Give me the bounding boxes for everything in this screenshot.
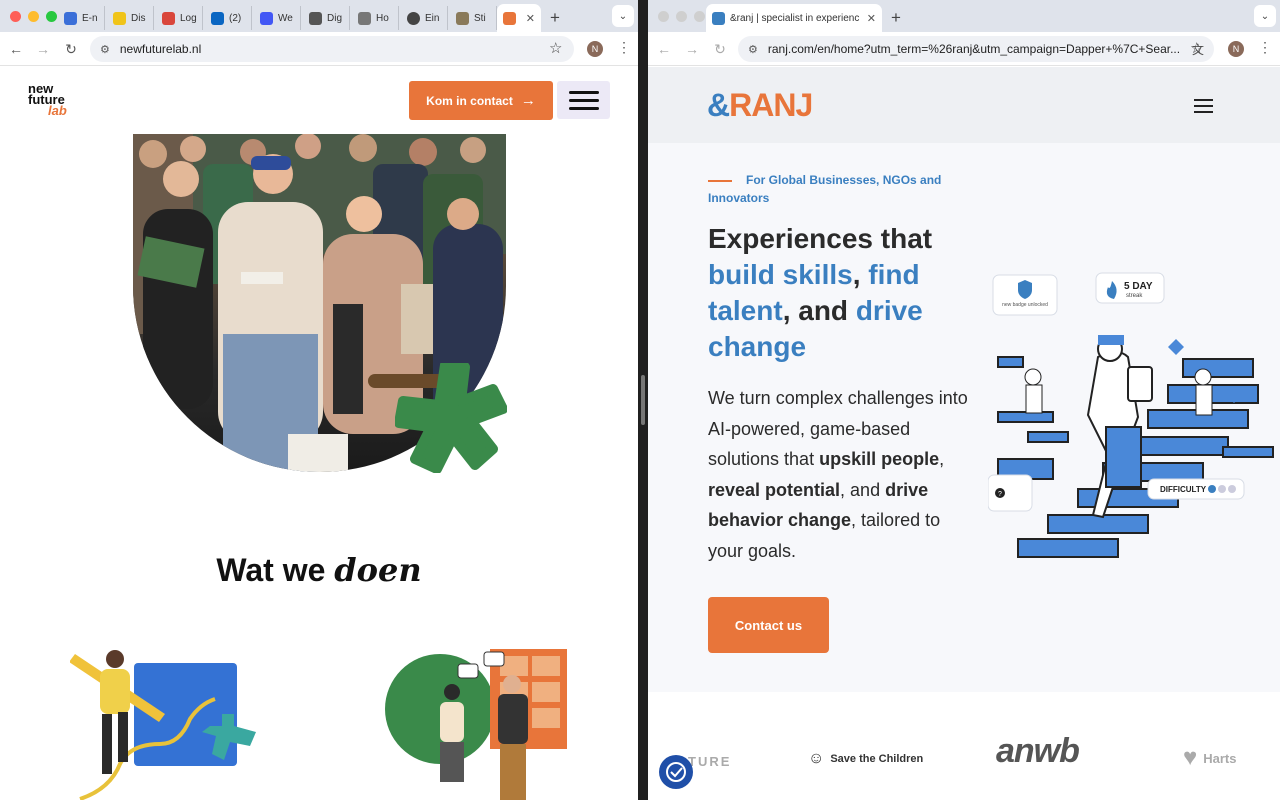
new-tab-button[interactable]: + <box>882 6 910 30</box>
zoom-window-button[interactable] <box>694 11 705 22</box>
save-the-children-icon: ☺ <box>808 750 825 767</box>
streak-label: streak <box>1126 293 1143 299</box>
tab-active-newfuturelab[interactable]: ✕ <box>497 4 541 32</box>
difficulty-label: DIFFICULTY <box>1160 485 1207 494</box>
partner-logos-strip: TURE ☺ Save the Children anwb ♥ Harts <box>648 692 1280 800</box>
bookmark-star-icon[interactable]: ☆ <box>1190 39 1203 57</box>
ranj-page: &RANJ For Global Businesses, NGOs and In… <box>648 67 1280 800</box>
tab-4[interactable]: We <box>252 6 301 30</box>
tab-active-ranj[interactable]: &ranj | specialist in experienc ✕ <box>706 4 882 32</box>
profile-avatar[interactable]: N <box>1228 41 1244 57</box>
slash-icon <box>260 11 273 25</box>
split-view-handle[interactable] <box>641 375 645 425</box>
tab-2[interactable]: Log <box>154 6 203 30</box>
browser-menu-icon[interactable]: ⋮ <box>617 39 631 56</box>
hero-stairs-illustration: new badge unlocked 5 DAY streak ? DIFFIC… <box>988 272 1274 558</box>
close-tab-icon[interactable]: ✕ <box>526 12 535 25</box>
hero-lead: We turn complex challenges into AI-power… <box>708 388 968 561</box>
illustration-conversation <box>385 649 567 800</box>
split-view-divider[interactable] <box>638 0 648 800</box>
forward-arrow-icon[interactable]: → <box>33 39 53 59</box>
window-controls-right <box>658 11 705 22</box>
tabs-right: &ranj | specialist in experienc ✕ + <box>706 4 910 32</box>
kicker-text: For Global Businesses, NGOs and Innovato… <box>708 173 942 205</box>
tab-strip-right: &ranj | specialist in experienc ✕ + ⌄ <box>648 0 1280 32</box>
ranj-header: &RANJ <box>648 67 1280 143</box>
right-browser-window: &ranj | specialist in experienc ✕ + ⌄ ← … <box>648 0 1280 800</box>
newfuturelab-favicon <box>503 11 516 25</box>
forward-arrow-icon[interactable]: → <box>682 39 702 59</box>
accessibility-badge[interactable] <box>659 755 693 789</box>
ho-icon <box>358 11 371 25</box>
ranj-favicon <box>712 11 725 25</box>
tab-search-chevron-icon[interactable]: ⌄ <box>1254 5 1276 27</box>
tab-0[interactable]: E-n <box>56 6 105 30</box>
section-title: Wat we doen <box>216 551 422 589</box>
url-text: newfuturelab.nl <box>119 42 202 56</box>
browser-toolbar-right: ← → ↻ ⚙ ranj.com/en/home?utm_term=%26ran… <box>648 32 1280 66</box>
ms-icon <box>64 11 77 25</box>
left-browser-window: E-n Dis Log (2) We Dig Ho Ein Sti ✕ + ⌄ … <box>0 0 638 800</box>
question-icon: ? <box>998 491 1002 498</box>
tab-7[interactable]: Ein <box>399 6 448 30</box>
reload-icon[interactable]: ↻ <box>710 39 730 59</box>
back-arrow-icon[interactable]: ← <box>6 39 26 59</box>
cross-icon <box>309 11 322 25</box>
hamburger-icon <box>568 90 599 94</box>
tab-strip: E-n Dis Log (2) We Dig Ho Ein Sti ✕ + ⌄ <box>0 0 638 32</box>
address-bar[interactable]: ⚙ ranj.com/en/home?utm_term=%26ranj&utm_… <box>738 36 1214 62</box>
bookmark-star-icon[interactable]: ☆ <box>549 39 562 57</box>
tabs: E-n Dis Log (2) We Dig Ho Ein Sti ✕ + <box>56 4 569 32</box>
new-tab-button[interactable]: + <box>541 6 569 30</box>
minimize-window-button[interactable] <box>676 11 687 22</box>
menu-button[interactable] <box>557 81 610 119</box>
profile-avatar[interactable]: N <box>587 41 603 57</box>
close-tab-icon[interactable]: ✕ <box>867 12 876 25</box>
tab-5[interactable]: Dig <box>301 6 350 30</box>
partner-logo-harts: ♥ Harts <box>1183 744 1237 771</box>
address-bar[interactable]: ⚙ newfuturelab.nl <box>90 36 574 62</box>
check-clock-icon <box>666 762 686 782</box>
site-info-icon[interactable]: ⚙ <box>748 43 758 56</box>
log-icon <box>162 11 175 25</box>
minimize-window-button[interactable] <box>28 11 39 22</box>
illustration-pencil-climber <box>70 650 256 800</box>
partner-logo-anwb: anwb <box>996 732 1080 770</box>
arrow-right-icon: → <box>520 92 536 109</box>
partner-logo-1: TURE <box>688 754 732 769</box>
globe-icon <box>407 11 420 25</box>
back-arrow-icon[interactable]: ← <box>654 39 674 59</box>
ranj-logo[interactable]: &RANJ <box>707 87 813 124</box>
browser-toolbar: ← → ↻ ⚙ newfuturelab.nl ☆ N ⋮ <box>0 32 638 66</box>
badge-label: new badge unlocked <box>1002 302 1048 308</box>
streak-days: 5 DAY <box>1124 281 1153 292</box>
newfuturelab-logo[interactable]: new future lab <box>28 82 67 117</box>
partner-logo-save-the-children: ☺ Save the Children <box>808 750 924 767</box>
url-text: ranj.com/en/home?utm_term=%26ranj&utm_ca… <box>767 42 1181 56</box>
shield-icon <box>456 11 469 25</box>
green-asterisk-shape <box>395 363 507 473</box>
heart-icon: ♥ <box>1183 744 1198 771</box>
hero-headline: Experiences that build skills, find tale… <box>708 223 933 362</box>
reload-icon[interactable]: ↻ <box>61 39 81 59</box>
browser-menu-icon[interactable]: ⋮ <box>1258 39 1272 56</box>
contact-us-button[interactable]: Contact us <box>708 597 829 653</box>
tab-6[interactable]: Ho <box>350 6 399 30</box>
window-controls <box>10 11 57 22</box>
close-window-button[interactable] <box>10 11 21 22</box>
newfuturelab-page: new future lab Kom in contact → Wat we d… <box>0 67 638 800</box>
close-window-button[interactable] <box>658 11 669 22</box>
site-info-icon[interactable]: ⚙ <box>100 43 110 56</box>
hamburger-menu-icon[interactable] <box>1194 99 1213 113</box>
tab-search-chevron-icon[interactable]: ⌄ <box>612 5 634 27</box>
app-icon <box>113 11 126 25</box>
tab-1[interactable]: Dis <box>105 6 154 30</box>
kicker-line <box>708 179 732 182</box>
linkedin-icon <box>211 11 224 25</box>
kom-in-contact-button[interactable]: Kom in contact → <box>409 81 553 120</box>
tab-3[interactable]: (2) <box>203 6 252 30</box>
tab-8[interactable]: Sti <box>448 6 497 30</box>
